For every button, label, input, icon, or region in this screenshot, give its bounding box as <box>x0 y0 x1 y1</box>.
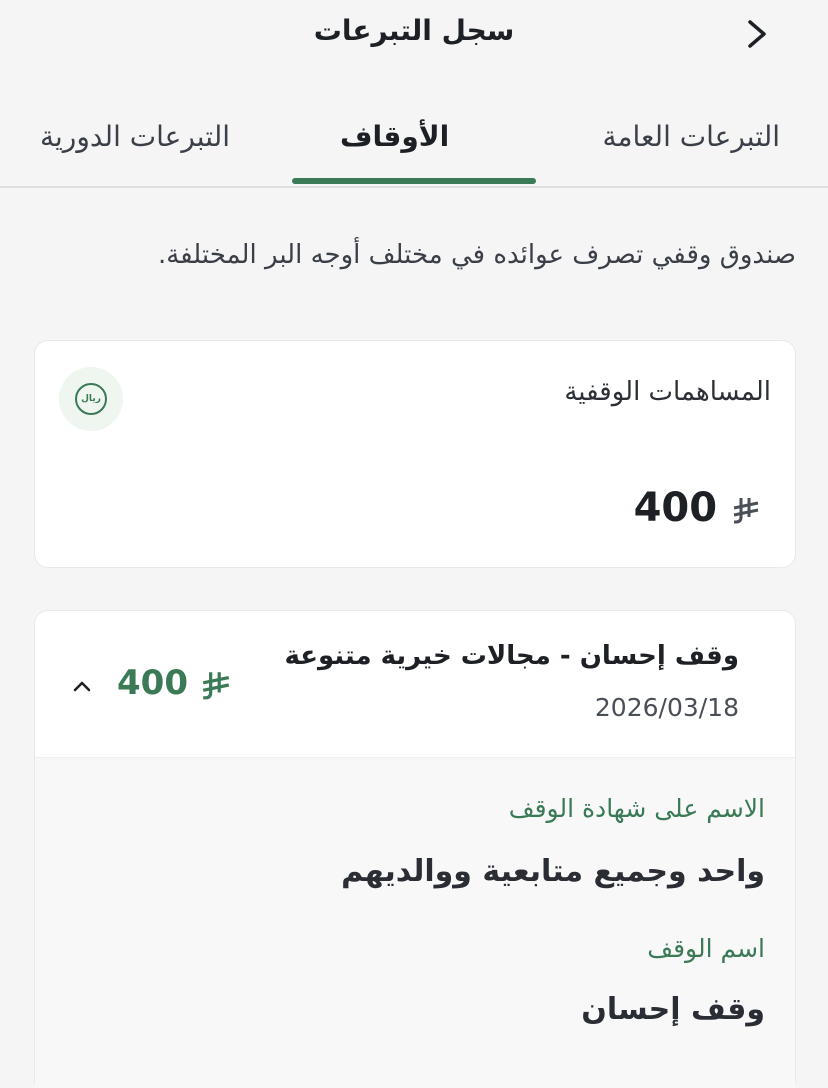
certificate-name-value: واحد وجميع متابعية ووالديهم <box>341 854 765 889</box>
section-description: صندوق وقفي تصرف عوائده في مختلف أوجه الب… <box>157 240 796 270</box>
certificate-name-label: الاسم على شهادة الوقف <box>508 794 765 823</box>
donation-item: وقف إحسان - مجالات خيرية متنوعة 2026/03/… <box>34 610 796 1088</box>
donation-item-header[interactable]: وقف إحسان - مجالات خيرية متنوعة 2026/03/… <box>35 611 795 758</box>
donation-title: وقف إحسان - مجالات خيرية متنوعة <box>284 641 739 671</box>
summary-amount-value: 400 <box>633 485 718 531</box>
donation-date: 2026/03/18 <box>594 693 739 722</box>
chevron-up-icon <box>73 681 91 692</box>
donation-amount-value: 400 <box>117 663 188 703</box>
tab-bar: التبرعات العامة الأوقاف التبرعات الدورية <box>0 100 828 188</box>
donation-amount: 400 <box>117 663 242 703</box>
riyal-badge-icon: ريال <box>59 367 123 431</box>
riyal-badge-text: ريال <box>75 383 107 415</box>
riyal-symbol-icon <box>202 671 229 699</box>
waqf-name-value: وقف إحسان <box>581 992 765 1027</box>
tab-general-donations[interactable]: التبرعات العامة <box>602 120 780 153</box>
waqf-name-label: اسم الوقف <box>647 934 765 963</box>
donation-details: الاسم على شهادة الوقف واحد وجميع متابعية… <box>35 758 795 1088</box>
back-button[interactable] <box>736 12 780 56</box>
summary-label: المساهمات الوقفية <box>564 377 771 407</box>
active-tab-indicator <box>292 178 536 184</box>
collapse-button[interactable] <box>69 673 95 699</box>
summary-card: المساهمات الوقفية ريال 400 <box>34 340 796 568</box>
app-header: سجل التبرعات <box>0 0 828 80</box>
tab-periodic-donations[interactable]: التبرعات الدورية <box>40 120 230 153</box>
riyal-symbol-icon <box>733 498 759 524</box>
chevron-right-icon <box>748 20 766 48</box>
summary-amount: 400 <box>634 485 771 531</box>
page-title: سجل التبرعات <box>313 14 515 47</box>
tab-awqaf[interactable]: الأوقاف <box>340 120 449 153</box>
